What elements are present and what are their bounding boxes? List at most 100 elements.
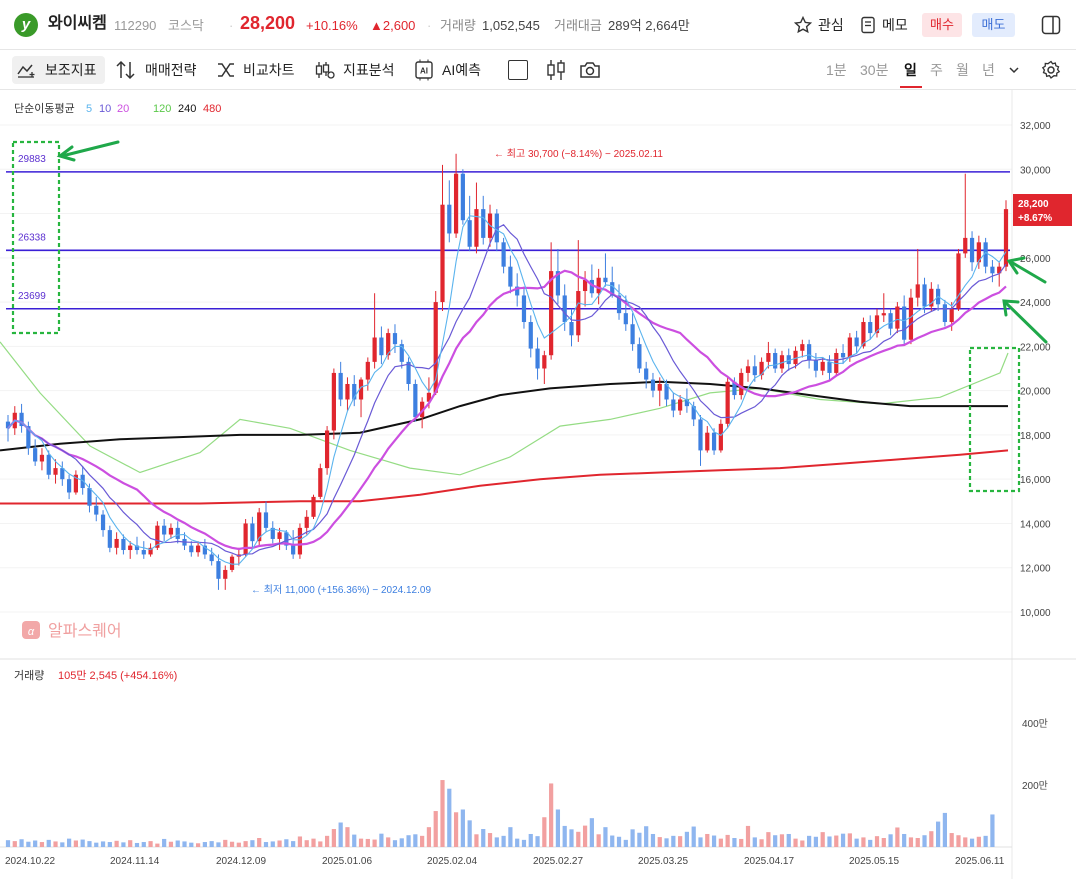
drawing-box-button[interactable] [508,60,528,80]
volume-bar [678,836,683,847]
change-amount: ▲2,600 [370,18,416,33]
candle-body [311,496,316,517]
ma-legend-20: 20 [117,103,129,115]
candle-body [87,488,92,506]
candle-body [535,348,540,369]
volume-bar [603,827,608,847]
volume-bar [698,837,703,847]
candle-body [644,368,649,380]
candle-body [189,545,194,553]
level-label: 23699 [18,291,46,302]
candle-body [128,545,133,551]
candle-body [854,337,859,347]
analysis-label: 지표분석 [343,62,395,78]
ai-button[interactable]: AI AI예측 [413,56,493,84]
volume-bar [854,838,859,847]
compare-button[interactable]: 비교차트 [216,56,304,84]
volume-bar [114,840,119,847]
volume-bar [372,839,377,847]
change-percent: +10.16% [306,18,358,33]
strategy-button[interactable]: 매매전략 [115,56,203,84]
price-tick-label: 18,000 [1020,431,1051,442]
candle-body [297,527,303,555]
camera-icon[interactable] [579,60,601,80]
candle-body [453,173,459,234]
volume-bar [236,842,241,847]
volume-bar [786,833,791,847]
volume-bar [739,838,744,847]
candle-body [671,399,676,411]
volume-bar [60,842,65,847]
candle-body [392,333,398,345]
volume-bar [39,842,45,847]
watch-button[interactable]: 관심 [794,13,850,37]
gear-icon[interactable] [1041,60,1061,80]
volume-bar [195,843,201,847]
analysis-button[interactable]: 지표분석 [314,56,404,84]
volume-bar [324,835,330,847]
candle-type-icon[interactable] [545,59,567,81]
memo-label: 메모 [882,17,908,33]
volume-bar [779,834,785,847]
price-tick-label: 10,000 [1020,608,1051,619]
period-month[interactable]: 월 [956,60,969,80]
indicators-button[interactable]: 보조지표 [12,56,105,84]
volume-bar [12,841,17,847]
volume-bar [508,827,513,847]
candle-body [46,454,51,475]
ma-legend-10: 10 [99,103,111,115]
volume-bar [895,827,900,847]
candle-body [963,237,968,254]
price-tick-label: 20,000 [1020,387,1051,398]
volume-bar [549,783,554,847]
volume-bar [297,836,303,847]
volume-bar [915,838,920,847]
volume-bar [515,838,520,847]
period-day[interactable]: 일 [904,60,917,80]
candle-body [888,313,893,329]
volume-bar [277,840,282,847]
memo-button[interactable]: 메모 [860,13,912,37]
candle-body [372,337,377,362]
candle-body [922,284,927,307]
candle-body [1003,209,1009,267]
candle-body [528,322,533,349]
volume-bar [766,832,771,847]
price-chart[interactable]: 단순이동평균 5 10 20 120 240 480 32,000 30,000 2… [0,90,1076,879]
volume-bar [664,838,669,847]
candle-body [542,355,547,369]
volume-bar [270,841,275,847]
candle-body [630,324,635,345]
candle-body [827,361,832,373]
volume-bar [467,820,472,847]
ma-legend-label: 단순이동평균 [14,102,75,115]
sell-button[interactable]: 매도 [972,13,1015,37]
volume-bar [33,840,38,847]
volume-bar [800,840,805,847]
chevron-down-icon[interactable] [1008,64,1020,76]
date-tick-label: 2025.02.27 [533,856,583,867]
volume-bar [53,841,58,847]
compare-label: 비교차트 [243,62,295,78]
volume-bar [691,826,696,847]
volume-bar [19,839,24,847]
candle-body [209,554,214,562]
period-year[interactable]: 년 [982,60,995,80]
panel-toggle-icon[interactable] [1041,15,1061,35]
candle-body [66,479,72,493]
volume-bar [936,821,941,847]
volume-bar [671,835,676,847]
volume-bar [555,809,561,847]
period-30min[interactable]: 30분 [860,60,888,80]
volume-bars [5,780,995,847]
candle-body [745,366,751,373]
candle-body [508,266,513,287]
candle-body [324,430,330,469]
volume-bar [888,834,893,847]
volume-bar [250,840,255,847]
volume-bar [440,780,445,847]
period-week[interactable]: 주 [930,60,943,80]
candle-body [990,266,995,274]
period-1min[interactable]: 1분 [826,60,847,80]
buy-button[interactable]: 매수 [922,13,962,37]
